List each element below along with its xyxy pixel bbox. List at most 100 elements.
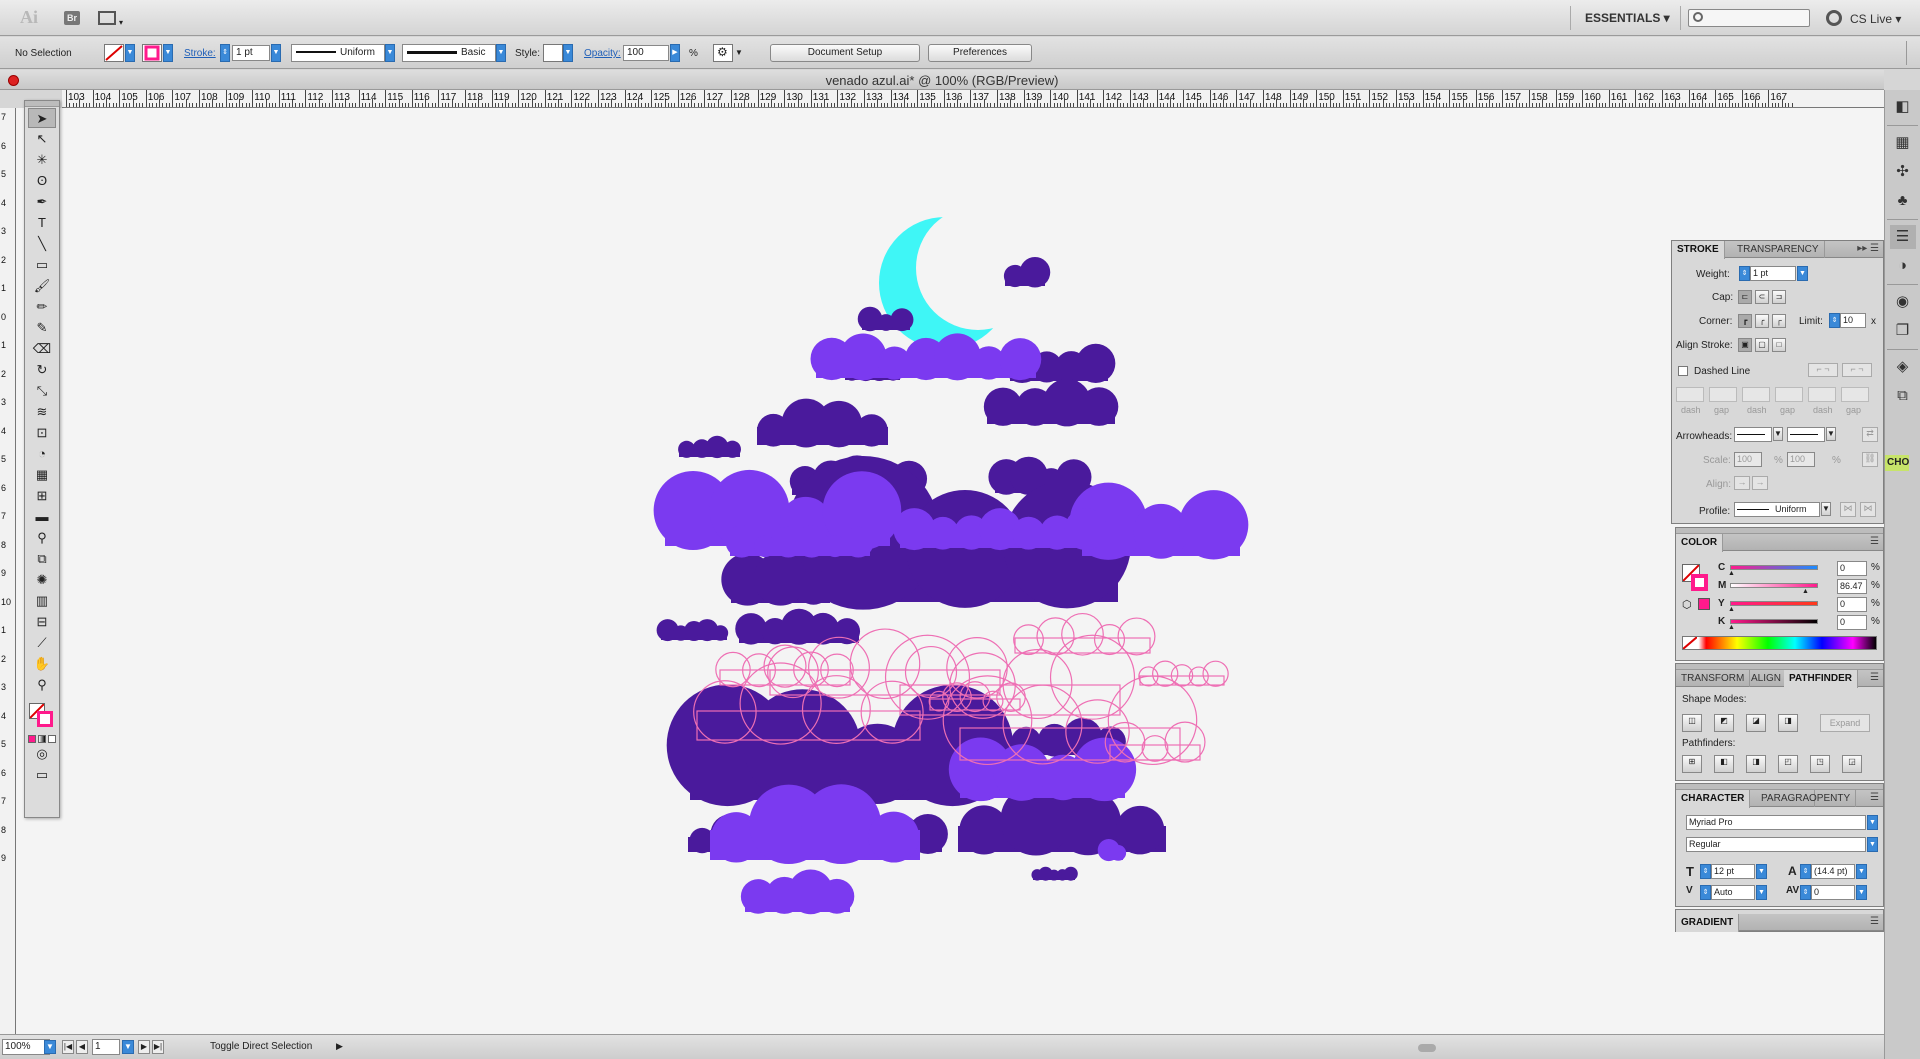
type-tool[interactable]: T — [28, 213, 56, 233]
stroke-swatch[interactable] — [142, 44, 162, 62]
panel-menu-icon[interactable]: ☰ — [1870, 536, 1879, 547]
font-style-select[interactable]: Regular — [1686, 837, 1866, 852]
kerning-stepper[interactable]: ⇕ — [1700, 885, 1711, 900]
tab-opentype[interactable]: OPENTY — [1804, 790, 1857, 807]
rectangle-tool[interactable]: ▭ — [28, 255, 56, 275]
brush-dropdown[interactable]: ▼ — [496, 44, 506, 62]
panel-menu-icon[interactable]: ☰ — [1870, 792, 1879, 803]
blend-tool[interactable]: ⧉ — [28, 549, 56, 569]
graphic-style-swatch[interactable] — [543, 44, 563, 62]
kerning-field[interactable]: Auto — [1711, 885, 1755, 900]
perspective-grid-tool[interactable]: ▦ — [28, 465, 56, 485]
start-arrowhead-dropdown[interactable]: ▼ — [1773, 427, 1783, 441]
dash-gap-field[interactable] — [1841, 387, 1869, 402]
tools-panel-grip[interactable] — [25, 101, 59, 107]
recolor-dropdown[interactable]: ▼ — [735, 48, 743, 57]
horizontal-ruler[interactable]: 103 104 105 106 107 108 109 110 111 112 113 114 115 1… — [62, 90, 1884, 108]
stroke-dropdown[interactable]: ▼ — [163, 44, 173, 62]
outline-button[interactable]: ◳ — [1810, 755, 1830, 773]
limit-field[interactable]: 10 — [1840, 313, 1866, 328]
start-arrowhead-select[interactable] — [1734, 427, 1772, 442]
rotate-tool[interactable]: ↻ — [28, 360, 56, 380]
variable-width-profile[interactable]: Uniform — [291, 44, 385, 62]
hand-tool[interactable]: ✋ — [28, 654, 56, 674]
tab-pathfinder[interactable]: PATHFINDER — [1784, 670, 1858, 688]
cloud-shape[interactable] — [1031, 866, 1078, 881]
dashed-line-checkbox[interactable] — [1678, 366, 1688, 376]
zoom-tool[interactable]: ⚲ — [28, 675, 56, 695]
gradient-mode-icon[interactable] — [38, 735, 46, 743]
artboard-dropdown[interactable]: ▼ — [122, 1040, 134, 1054]
bridge-button[interactable]: Br — [64, 11, 80, 25]
appearance-icon[interactable]: ◉ — [1890, 290, 1916, 314]
cloud-shape[interactable] — [678, 435, 741, 459]
brush-definition[interactable]: Basic — [402, 44, 496, 62]
zoom-dropdown[interactable]: ▼ — [44, 1040, 56, 1054]
tab-gradient[interactable]: GRADIENT — [1676, 914, 1740, 932]
butt-cap-button[interactable]: ⊏ — [1738, 290, 1752, 304]
fill-swatch[interactable] — [104, 44, 124, 62]
font-family-select[interactable]: Myriad Pro — [1686, 815, 1866, 830]
dash-gap-field[interactable] — [1775, 387, 1803, 402]
cmyk-value-field[interactable]: 0 — [1837, 597, 1867, 612]
cloud-shape[interactable] — [656, 619, 729, 642]
eraser-tool[interactable]: ⌫ — [28, 339, 56, 359]
align-inside-button[interactable]: ▢ — [1755, 338, 1769, 352]
color-mode-icon[interactable] — [28, 735, 36, 743]
cmyk-slider-thumb[interactable]: ▲ — [1802, 588, 1809, 595]
preferences-button[interactable]: Preferences — [928, 44, 1032, 62]
profile-select[interactable]: Uniform — [1734, 502, 1820, 517]
symbols-icon[interactable]: ♣ — [1890, 189, 1916, 213]
limit-stepper[interactable]: ⇕ — [1829, 313, 1840, 328]
tab-color[interactable]: COLOR — [1676, 534, 1724, 552]
dash-gap-field[interactable] — [1709, 387, 1737, 402]
none-mode-icon[interactable] — [48, 735, 56, 743]
next-artboard-button[interactable]: ▶ — [138, 1040, 150, 1054]
status-menu-arrow[interactable]: ▶ — [336, 1041, 343, 1052]
blob-brush-tool[interactable]: ✎ — [28, 318, 56, 338]
cloud-shape[interactable] — [715, 644, 854, 688]
magic-wand-tool[interactable]: ✳ — [28, 150, 56, 170]
leading-field[interactable]: (14.4 pt) — [1811, 864, 1855, 879]
round-cap-button[interactable]: ⊂ — [1755, 290, 1769, 304]
profile-dropdown[interactable]: ▼ — [385, 44, 395, 62]
swap-arrowheads-button[interactable]: ⇄ — [1862, 427, 1878, 442]
document-info-icon[interactable]: ◧ — [1890, 95, 1916, 119]
bevel-join-button[interactable]: ┌ — [1772, 314, 1786, 328]
align-outside-button[interactable]: □ — [1772, 338, 1786, 352]
cloud-artwork[interactable] — [62, 108, 1884, 1034]
first-artboard-button[interactable]: |◀ — [62, 1040, 74, 1054]
profile-dropdown[interactable]: ▼ — [1821, 502, 1831, 516]
pencil-tool[interactable]: ✏ — [28, 297, 56, 317]
artboards-icon[interactable]: ⧉ — [1890, 384, 1916, 408]
fill-dropdown[interactable]: ▼ — [125, 44, 135, 62]
miter-join-button[interactable]: ┏ — [1738, 314, 1752, 328]
document-setup-button[interactable]: Document Setup — [770, 44, 920, 62]
end-scale-field[interactable]: 100 — [1787, 452, 1815, 467]
dash-gap-field[interactable] — [1742, 387, 1770, 402]
gradient-tool[interactable]: ▬ — [28, 507, 56, 527]
merge-button[interactable]: ◨ — [1746, 755, 1766, 773]
tab-transform[interactable]: TRANSFORM — [1676, 670, 1751, 687]
exclude-button[interactable]: ◨ — [1778, 714, 1798, 732]
color-chip[interactable] — [1698, 598, 1710, 610]
lasso-tool[interactable]: ʘ — [28, 171, 56, 191]
crop-button[interactable]: ◰ — [1778, 755, 1798, 773]
stroke-weight-field[interactable]: 1 pt — [232, 45, 270, 61]
warp-tool[interactable]: ≋ — [28, 402, 56, 422]
cloud-shape[interactable] — [893, 508, 1107, 551]
cloud-shape[interactable] — [757, 398, 888, 448]
cmyk-value-field[interactable]: 0 — [1837, 561, 1867, 576]
help-search-input[interactable] — [1688, 9, 1810, 27]
cmyk-slider[interactable] — [1730, 565, 1818, 570]
previous-artboard-button[interactable]: ◀ — [76, 1040, 88, 1054]
dash-gap-field[interactable] — [1676, 387, 1704, 402]
eyedropper-tool[interactable]: ⚲ — [28, 528, 56, 548]
intersect-button[interactable]: ◪ — [1746, 714, 1766, 732]
align-dash-button[interactable]: ⌐ ¬ — [1842, 363, 1872, 377]
cloud-shape[interactable] — [1013, 612, 1156, 656]
cloud-shape[interactable] — [735, 608, 861, 645]
color-spectrum-bar[interactable] — [1682, 636, 1877, 650]
round-join-button[interactable]: ╭ — [1755, 314, 1769, 328]
minus-back-button[interactable]: ◲ — [1842, 755, 1862, 773]
